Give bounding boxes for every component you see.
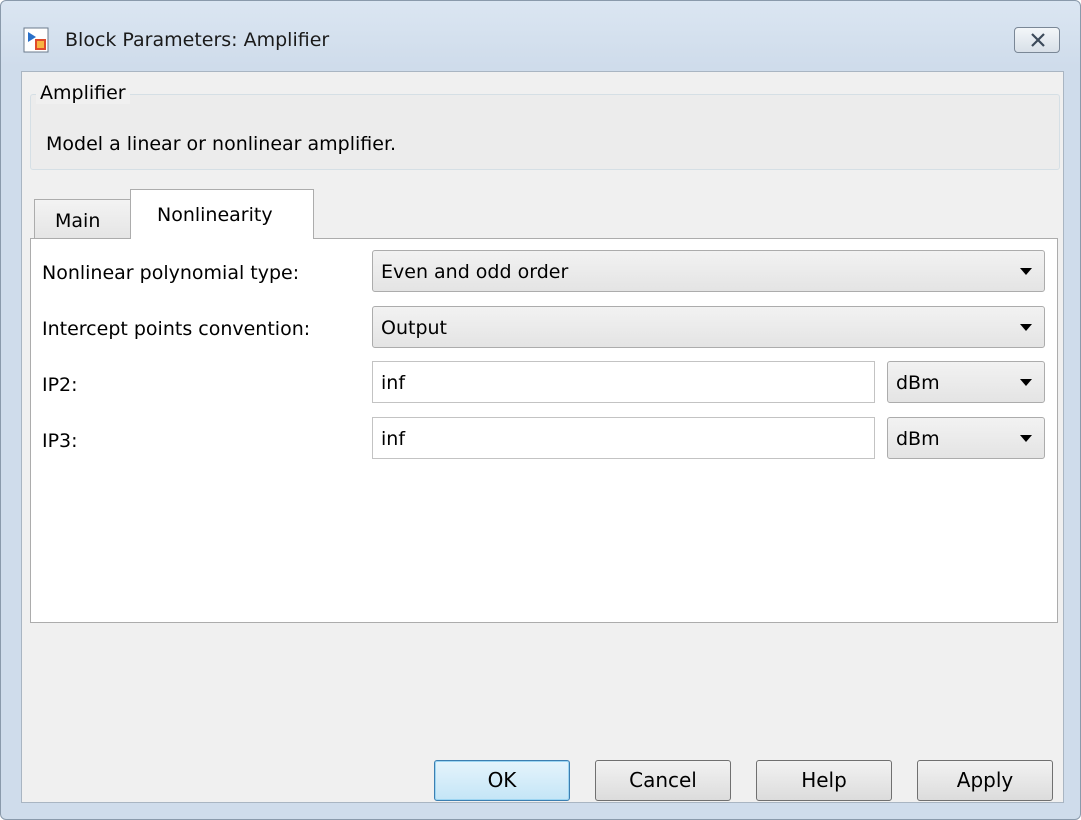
- poly-type-label: Nonlinear polynomial type:: [42, 262, 300, 284]
- intercept-label: Intercept points convention:: [42, 318, 311, 340]
- tab-main[interactable]: Main: [34, 199, 131, 238]
- cancel-button[interactable]: Cancel: [595, 760, 731, 801]
- ip2-unit-value: dBm: [896, 372, 940, 394]
- ip2-value: inf: [381, 372, 406, 394]
- dropdown-arrow-icon: [1020, 324, 1032, 331]
- ip3-unit-dropdown[interactable]: dBm: [887, 417, 1045, 459]
- ip2-label: IP2:: [42, 374, 78, 396]
- description-text: Model a linear or nonlinear amplifier.: [46, 133, 397, 155]
- ip3-unit-value: dBm: [896, 428, 940, 450]
- close-button[interactable]: [1014, 27, 1060, 53]
- ip3-value: inf: [381, 428, 406, 450]
- close-icon: [1031, 33, 1045, 47]
- description-group-title: Amplifier: [36, 82, 130, 104]
- ip2-input[interactable]: inf: [372, 361, 875, 403]
- tab-panel-nonlinearity: Nonlinear polynomial type: Even and odd …: [30, 238, 1058, 623]
- dialog-window: Block Parameters: Amplifier Amplifier Mo…: [0, 0, 1081, 820]
- dropdown-arrow-icon: [1020, 268, 1032, 275]
- tab-main-label: Main: [55, 210, 101, 232]
- poly-type-value: Even and odd order: [381, 261, 569, 283]
- apply-button[interactable]: Apply: [917, 760, 1053, 801]
- ip2-unit-dropdown[interactable]: dBm: [887, 361, 1045, 403]
- tab-nonlinearity[interactable]: Nonlinearity: [130, 189, 314, 239]
- simulink-block-icon: [23, 27, 49, 53]
- window-title: Block Parameters: Amplifier: [65, 29, 330, 51]
- tab-nonlinearity-label: Nonlinearity: [157, 204, 273, 226]
- dialog-body: Amplifier Model a linear or nonlinear am…: [21, 71, 1064, 803]
- intercept-value: Output: [381, 317, 447, 339]
- help-button[interactable]: Help: [756, 760, 892, 801]
- title-bar[interactable]: Block Parameters: Amplifier: [1, 1, 1080, 71]
- intercept-dropdown[interactable]: Output: [372, 306, 1045, 348]
- ok-button[interactable]: OK: [434, 760, 570, 801]
- dropdown-arrow-icon: [1020, 379, 1032, 386]
- poly-type-dropdown[interactable]: Even and odd order: [372, 250, 1045, 292]
- description-group: Amplifier Model a linear or nonlinear am…: [30, 82, 1060, 170]
- ip3-label: IP3:: [42, 430, 78, 452]
- dropdown-arrow-icon: [1020, 435, 1032, 442]
- ip3-input[interactable]: inf: [372, 417, 875, 459]
